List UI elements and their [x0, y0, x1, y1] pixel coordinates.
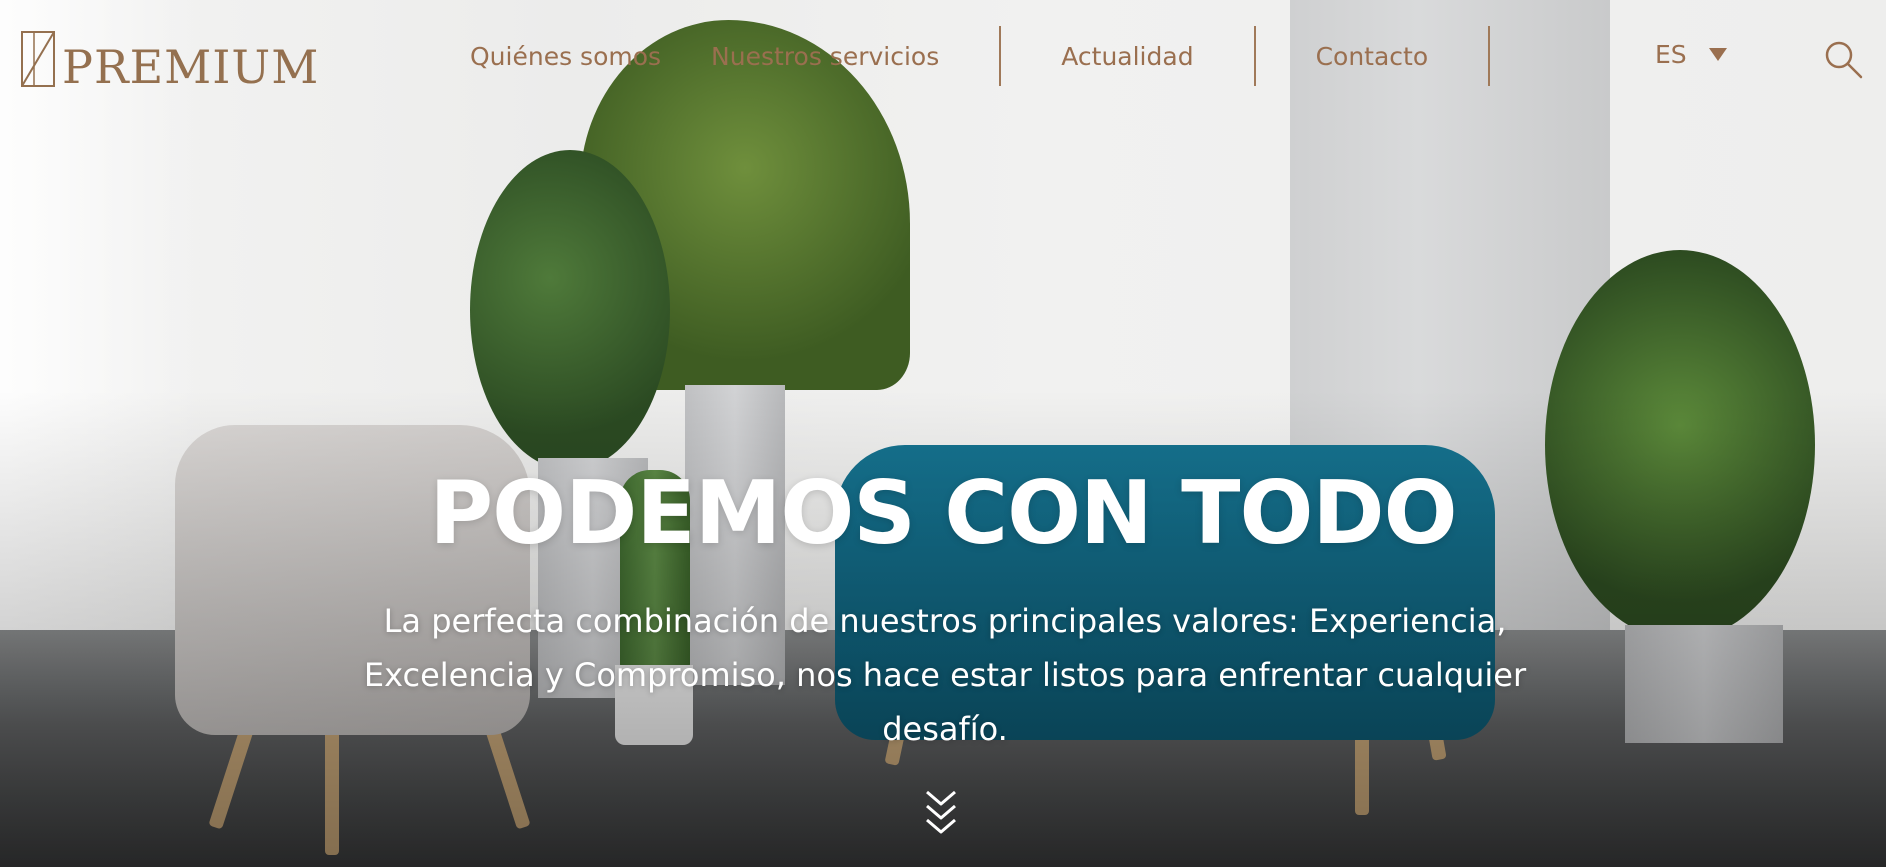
search-button[interactable]: [1822, 38, 1864, 80]
hero-title: PODEMOS CON TODO: [429, 462, 1457, 564]
nav-divider: [999, 26, 1002, 86]
nav-divider: [1253, 26, 1256, 86]
scroll-down-button[interactable]: [922, 788, 960, 838]
nav-item-contacto[interactable]: Contacto: [1316, 42, 1429, 71]
main-nav: Quiénes somos Nuestros servicios Actuali…: [470, 26, 1550, 86]
logo-text: PREMIUM: [62, 40, 320, 94]
site-logo[interactable]: PREMIUM: [20, 24, 319, 90]
nav-divider: [1488, 26, 1491, 86]
double-chevron-down-icon: [926, 790, 956, 834]
nav-item-nuestros-servicios[interactable]: Nuestros servicios: [711, 42, 939, 71]
hero-subtitle: La perfecta combinación de nuestros prin…: [363, 602, 1527, 748]
language-selected: ES: [1655, 40, 1687, 69]
language-selector[interactable]: ES: [1655, 40, 1727, 69]
nav-item-quienes-somos[interactable]: Quiénes somos: [470, 42, 661, 71]
chevron-down-icon: [1708, 48, 1727, 61]
logo-mark-icon: [20, 28, 56, 90]
search-icon: [1825, 41, 1863, 79]
site-header: PREMIUM Quiénes somos Nuestros servicios…: [0, 0, 1886, 115]
nav-item-actualidad[interactable]: Actualidad: [1061, 42, 1193, 71]
